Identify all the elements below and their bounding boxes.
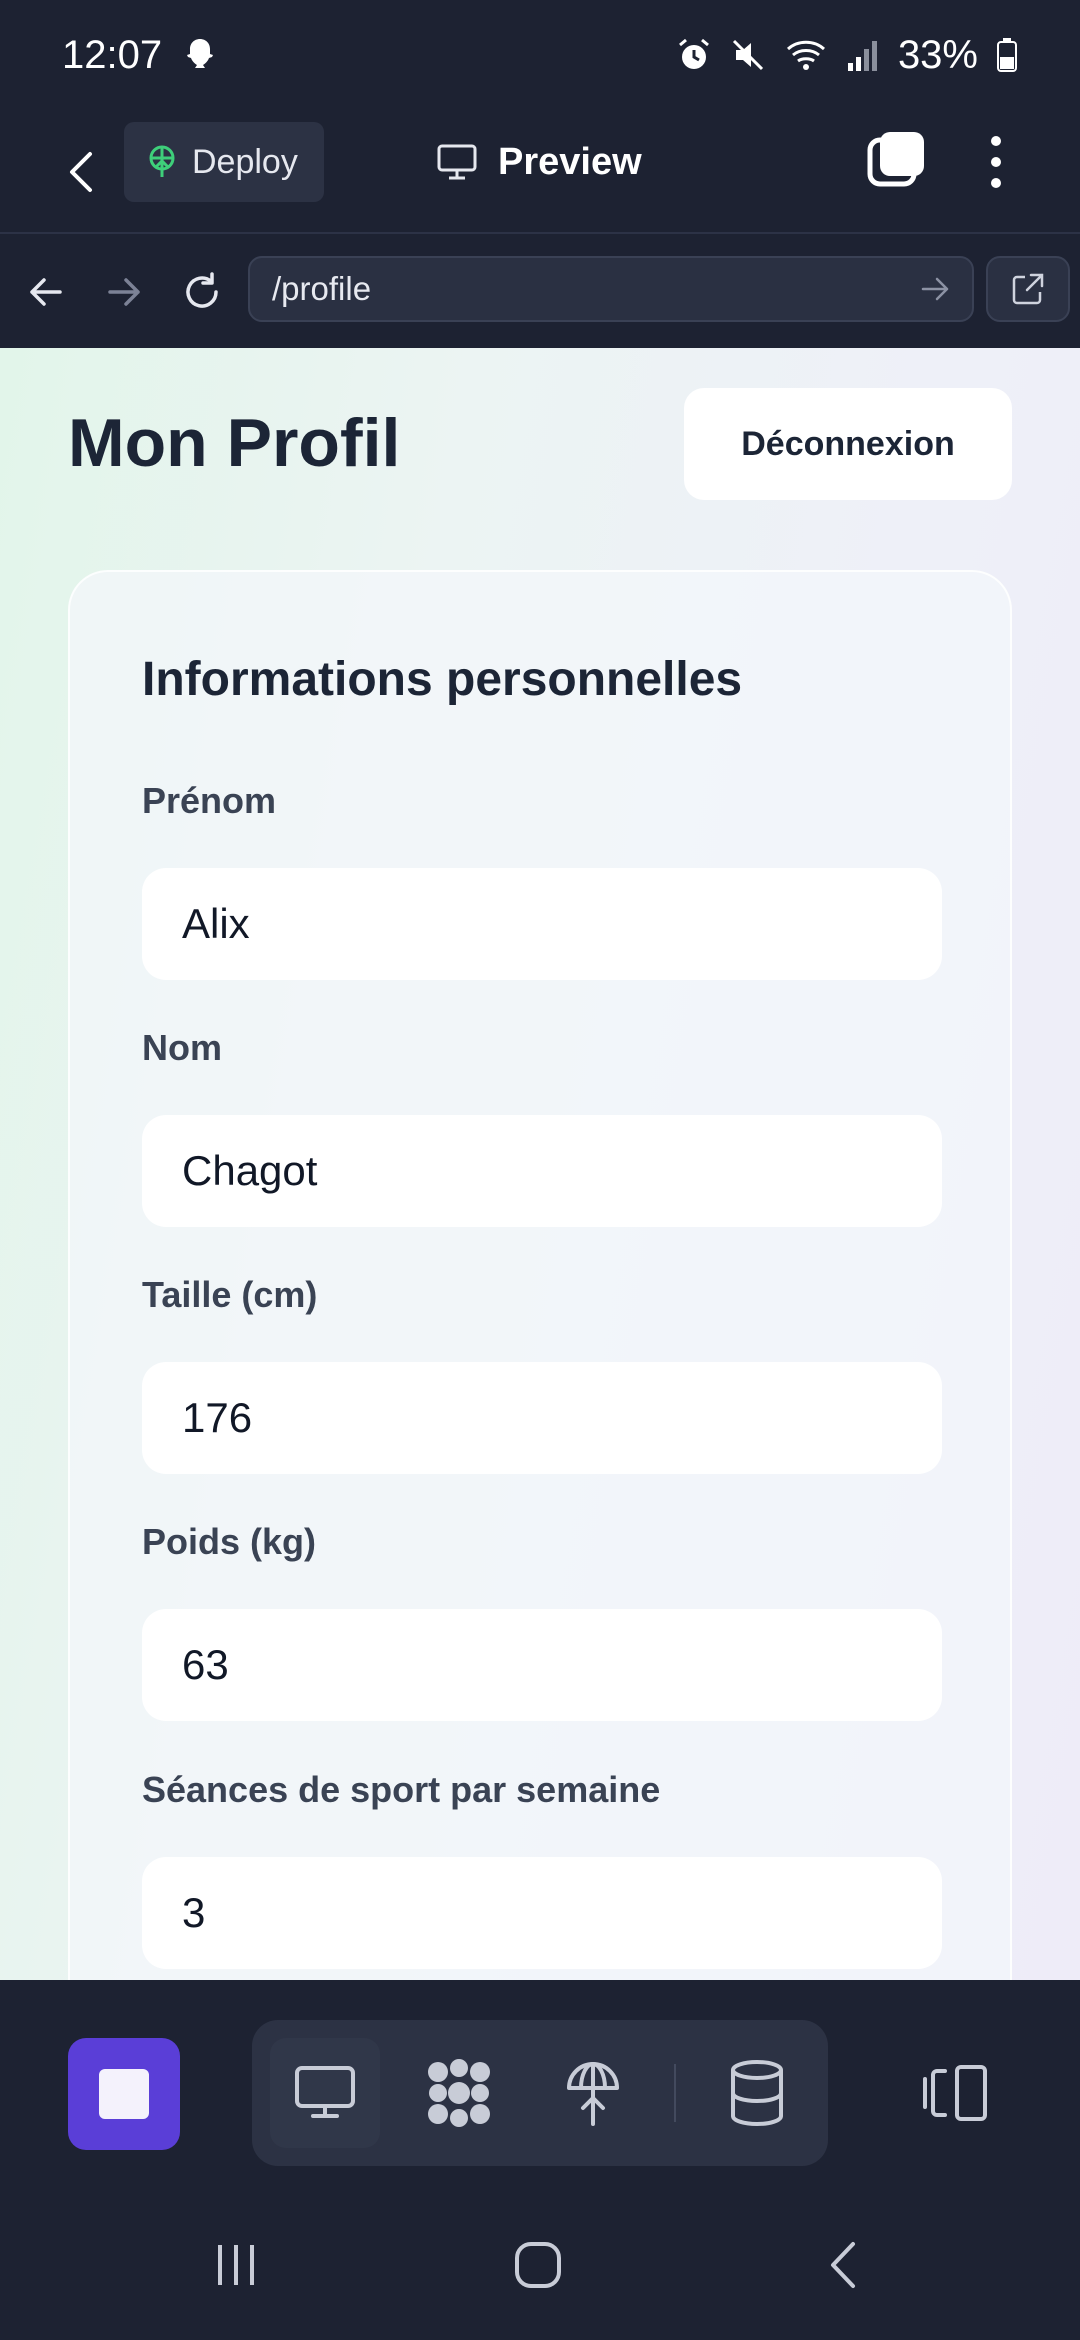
- agents-icon: [428, 2059, 490, 2127]
- snapchat-icon: [187, 39, 214, 68]
- system-nav-bar: [0, 2190, 1080, 2340]
- deploy-icon: [149, 145, 175, 177]
- stop-button[interactable]: [68, 2038, 180, 2150]
- deploy-button[interactable]: Deploy: [124, 122, 324, 202]
- monitor-icon: [437, 144, 477, 180]
- tabs-button[interactable]: [866, 130, 926, 190]
- go-arrow-icon[interactable]: [920, 276, 950, 302]
- field-first-name: Prénom Alix: [142, 780, 942, 980]
- signal-icon: [847, 41, 877, 71]
- field-label: Taille (cm): [142, 1274, 318, 1315]
- tool-database[interactable]: [702, 2038, 812, 2148]
- more-dot-icon: [991, 136, 1001, 146]
- home-icon: [515, 2242, 561, 2288]
- status-time: 12:07: [62, 32, 163, 77]
- tool-group: [252, 2020, 828, 2166]
- external-link-icon: [1012, 273, 1044, 305]
- field-label: Poids (kg): [142, 1521, 317, 1562]
- app-bar: Deploy Preview: [0, 110, 1080, 234]
- deploy-tool-icon: [567, 2062, 619, 2126]
- system-back-button[interactable]: [802, 2230, 882, 2300]
- side-panel-button[interactable]: [916, 2048, 996, 2138]
- profile-card: Informations personnelles Prénom Alix No…: [68, 570, 1012, 1980]
- height-input[interactable]: 176: [142, 1362, 942, 1474]
- arrow-left-icon: [30, 278, 62, 306]
- bottom-toolbar: [0, 1980, 1080, 2196]
- url-text: /profile: [272, 270, 372, 307]
- wifi-icon: [786, 40, 825, 70]
- stop-icon: [99, 2069, 149, 2119]
- battery-icon: [997, 38, 1017, 72]
- field-weight: Poids (kg) 63: [142, 1521, 942, 1721]
- field-sport-sessions: Séances de sport par semaine 3: [142, 1769, 942, 1969]
- field-label: Nom: [142, 1027, 222, 1068]
- first-name-input[interactable]: Alix: [142, 868, 942, 980]
- more-dot-icon: [991, 178, 1001, 188]
- battery-percent: 33%: [897, 32, 978, 77]
- section-title: Informations personnelles: [142, 653, 743, 706]
- field-label: Séances de sport par semaine: [142, 1769, 661, 1810]
- system-back-icon: [831, 2242, 855, 2288]
- tool-preview[interactable]: [270, 2038, 380, 2148]
- weight-input[interactable]: 63: [142, 1609, 942, 1721]
- status-bar: 12:07 33%: [0, 0, 1080, 110]
- recent-apps-button[interactable]: [196, 2230, 276, 2300]
- field-height: Taille (cm) 176: [142, 1274, 942, 1474]
- deploy-label: Deploy: [192, 142, 298, 181]
- arrow-right-icon: [108, 278, 140, 306]
- more-dot-icon: [991, 157, 1001, 167]
- browser-back-button[interactable]: [16, 262, 76, 322]
- more-options-button[interactable]: [976, 130, 1016, 194]
- url-input[interactable]: /profile: [248, 256, 974, 322]
- home-button[interactable]: [498, 2230, 578, 2300]
- back-arrow-icon: [70, 152, 92, 192]
- recent-apps-icon: [218, 2245, 254, 2285]
- browser-forward-button[interactable]: [94, 262, 154, 322]
- field-last-name: Nom Chagot: [142, 1027, 942, 1227]
- preview-icon: [295, 2066, 355, 2118]
- side-panel-icon: [923, 2065, 987, 2121]
- last-name-input[interactable]: Chagot: [142, 1115, 942, 1227]
- back-button[interactable]: [56, 140, 106, 204]
- page-title: Mon Profil: [68, 405, 401, 481]
- tool-deploy[interactable]: [538, 2038, 648, 2148]
- open-external-button[interactable]: [986, 256, 1070, 322]
- url-bar: /profile: [0, 234, 1080, 348]
- preview-title-text: Preview: [498, 140, 642, 183]
- database-icon: [731, 2060, 783, 2127]
- alarm-icon: [678, 38, 709, 69]
- mute-icon: [732, 39, 763, 71]
- sport-sessions-input[interactable]: 3: [142, 1857, 942, 1969]
- toolbar-divider: [674, 2064, 676, 2122]
- webview: Mon Profil Déconnexion Informations pers…: [0, 348, 1080, 1980]
- tool-agents[interactable]: [404, 2038, 514, 2148]
- reload-icon: [186, 272, 218, 308]
- field-label: Prénom: [142, 780, 277, 821]
- tabs-icon: [867, 132, 924, 187]
- logout-button[interactable]: Déconnexion: [684, 388, 1012, 500]
- reload-button[interactable]: [172, 262, 232, 322]
- preview-title: Preview: [436, 128, 642, 196]
